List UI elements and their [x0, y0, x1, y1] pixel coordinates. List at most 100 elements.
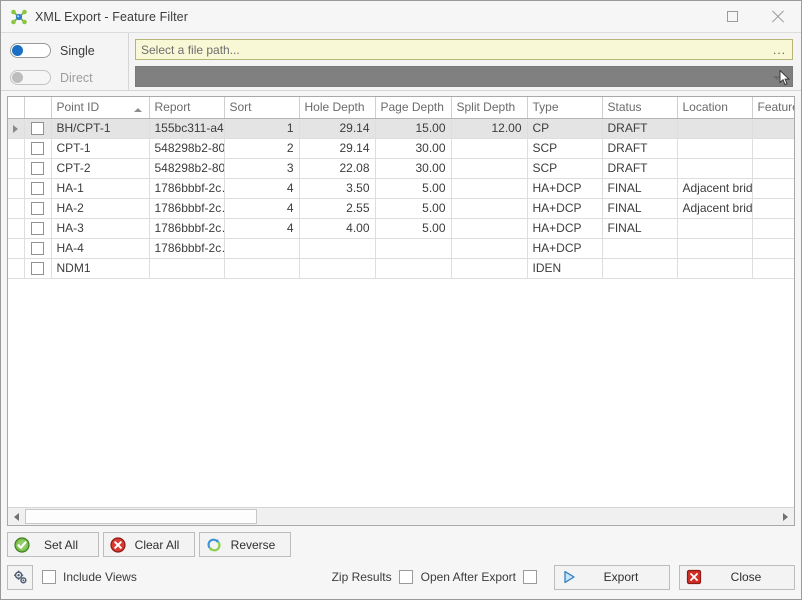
- table-row[interactable]: BH/CPT-1155bc311-a4…129.1415.0012.00CPDR…: [8, 118, 794, 139]
- row-select-cell[interactable]: [24, 178, 52, 199]
- cell-status: DRAFT: [602, 118, 678, 139]
- column-header-report[interactable]: Report: [149, 97, 225, 119]
- row-checkbox[interactable]: [31, 162, 44, 176]
- cell-hole_depth: 29.14: [299, 118, 376, 139]
- maximize-button[interactable]: [709, 1, 755, 32]
- toggle-single-knob: [12, 45, 23, 56]
- table-row[interactable]: HA-31786bbbf-2c…44.005.00 HA+DCPFINAL: [8, 218, 794, 239]
- row-select-cell[interactable]: [24, 218, 52, 239]
- toggle-direct[interactable]: [10, 70, 51, 85]
- cell-location: [677, 138, 753, 159]
- set-all-button[interactable]: Set All: [7, 532, 99, 557]
- toggle-direct-knob: [12, 72, 23, 83]
- table-row[interactable]: HA-11786bbbf-2c…43.505.00 HA+DCPFINALAdja…: [8, 178, 794, 199]
- cell-status: [602, 238, 678, 259]
- column-header-sort[interactable]: Sort: [224, 97, 300, 119]
- row-checkbox[interactable]: [31, 142, 44, 156]
- row-checkbox[interactable]: [31, 202, 44, 216]
- cell-report: 1786bbbf-2c…: [149, 238, 225, 259]
- cell-location: [677, 118, 753, 139]
- path-fields: Select a file path... ...: [129, 33, 801, 90]
- column-header-page_depth[interactable]: Page Depth: [375, 97, 452, 119]
- row-checkbox[interactable]: [31, 222, 44, 236]
- cell-type: SCP: [527, 138, 603, 159]
- cell-feature: [752, 198, 794, 219]
- column-header-label: Feature: [757, 100, 795, 115]
- row-indicator: [8, 138, 25, 159]
- row-checkbox[interactable]: [31, 122, 44, 136]
- toggle-single-label: Single: [60, 43, 95, 58]
- scroll-left-button[interactable]: [8, 509, 25, 524]
- cell-hole_depth: 2.55: [299, 198, 376, 219]
- close-button[interactable]: Close: [679, 564, 795, 590]
- table-row[interactable]: CPT-1548298b2-80…229.1430.00 SCPDRAFT: [8, 138, 794, 159]
- row-checkbox[interactable]: [31, 262, 44, 276]
- mouse-cursor-icon: [779, 69, 791, 86]
- cell-status: FINAL: [602, 198, 678, 219]
- row-checkbox[interactable]: [31, 242, 44, 256]
- scroll-right-button[interactable]: [777, 509, 794, 524]
- cell-point_id: HA-4: [51, 238, 150, 259]
- open-after-export-group[interactable]: Open After Export: [421, 570, 537, 584]
- include-views-label: Include Views: [63, 570, 137, 584]
- row-checkbox[interactable]: [31, 182, 44, 196]
- table-row[interactable]: CPT-2548298b2-80…322.0830.00 SCPDRAFT: [8, 158, 794, 179]
- cell-hole_depth: 3.50: [299, 178, 376, 199]
- row-select-cell[interactable]: [24, 138, 52, 159]
- row-select-cell[interactable]: [24, 118, 52, 139]
- horizontal-scrollbar[interactable]: [8, 507, 794, 525]
- table-row[interactable]: HA-21786bbbf-2c…42.555.00 HA+DCPFINALAdja…: [8, 198, 794, 219]
- include-views-group[interactable]: Include Views: [42, 570, 137, 584]
- column-header-status[interactable]: Status: [602, 97, 678, 119]
- column-header-label: Page Depth: [380, 100, 444, 115]
- column-header-feature[interactable]: Feature: [752, 97, 795, 119]
- settings-button[interactable]: [7, 564, 33, 590]
- zip-results-checkbox[interactable]: [398, 570, 413, 584]
- cell-type: HA+DCP: [527, 178, 603, 199]
- column-header-split_depth[interactable]: Split Depth: [451, 97, 528, 119]
- clear-all-button[interactable]: Clear All: [103, 532, 195, 557]
- cell-page_depth: 30.00: [375, 138, 452, 159]
- row-select-header[interactable]: [24, 97, 52, 119]
- row-select-cell[interactable]: [24, 238, 52, 259]
- scroll-thumb[interactable]: [25, 509, 257, 524]
- selection-toolbar: Set All Clear All Reverse: [7, 532, 795, 558]
- row-select-cell[interactable]: [24, 158, 52, 179]
- toggle-single[interactable]: [10, 43, 51, 58]
- reverse-button[interactable]: Reverse: [199, 532, 291, 557]
- file-path-input[interactable]: Select a file path... ...: [135, 39, 793, 60]
- table-row[interactable]: NDM1 IDEN: [8, 258, 794, 279]
- row-select-cell[interactable]: [24, 198, 52, 219]
- scroll-track[interactable]: [25, 509, 777, 524]
- column-header-type[interactable]: Type: [527, 97, 603, 119]
- include-views-checkbox[interactable]: [42, 570, 56, 584]
- cell-report: 155bc311-a4…: [149, 118, 225, 139]
- cell-hole_depth: 4.00: [299, 218, 376, 239]
- cell-page_depth: 30.00: [375, 158, 452, 179]
- cell-status: DRAFT: [602, 158, 678, 179]
- table-header-row: Point ID Report Sort Hole Depth Page Depth Sp…: [8, 97, 795, 119]
- zip-results-group[interactable]: Zip Results: [332, 570, 413, 584]
- red-close-icon: [686, 569, 702, 585]
- browse-button[interactable]: ...: [773, 43, 788, 57]
- column-header-label: Status: [607, 100, 642, 115]
- export-button[interactable]: Export: [554, 564, 670, 590]
- row-indicator: [8, 218, 25, 239]
- chevron-left-icon: [14, 512, 19, 521]
- cell-point_id: HA-2: [51, 198, 150, 219]
- row-select-cell[interactable]: [24, 258, 52, 279]
- xml-export-dialog: XML Export - Feature Filter Single Direc…: [0, 0, 802, 600]
- close-window-button[interactable]: [755, 1, 801, 32]
- table-header: Point ID Report Sort Hole Depth Page Depth Sp…: [8, 97, 795, 119]
- column-header-location[interactable]: Location: [677, 97, 753, 119]
- cell-hole_depth: 29.14: [299, 138, 376, 159]
- bottom-action-bar: Include Views Zip Results Open After Exp…: [7, 561, 795, 593]
- cell-type: HA+DCP: [527, 238, 603, 259]
- cell-split_depth: [451, 238, 528, 259]
- column-header-point_id[interactable]: Point ID: [51, 97, 150, 119]
- open-after-export-checkbox[interactable]: [523, 570, 537, 584]
- column-header-hole_depth[interactable]: Hole Depth: [299, 97, 376, 119]
- set-all-label: Set All: [43, 537, 79, 552]
- cell-feature: [752, 218, 794, 239]
- table-row[interactable]: HA-41786bbbf-2c… HA+DCP: [8, 238, 794, 259]
